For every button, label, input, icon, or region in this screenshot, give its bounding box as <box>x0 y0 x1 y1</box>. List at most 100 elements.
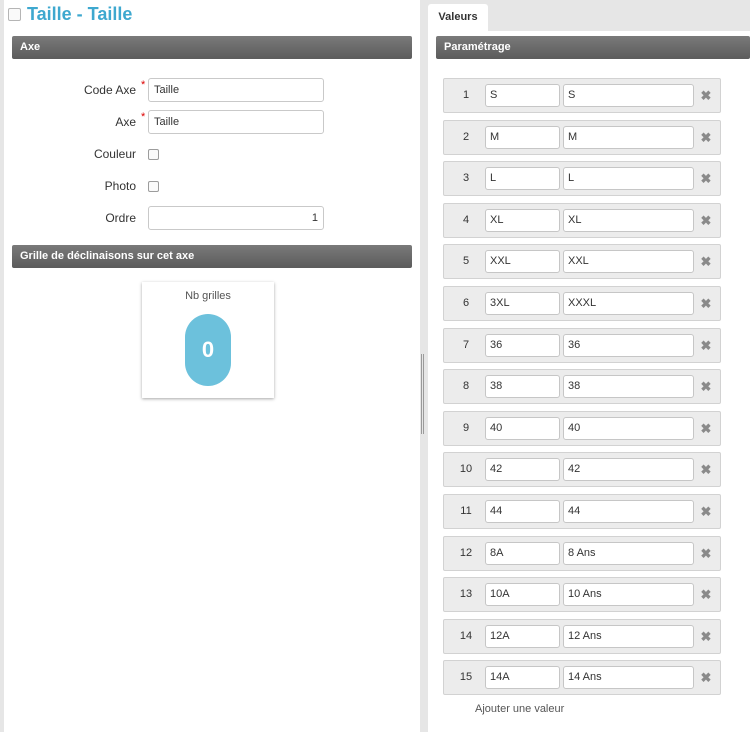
photo-checkbox[interactable] <box>148 181 159 192</box>
nb-grilles-card[interactable]: Nb grilles 0 <box>142 282 274 398</box>
value-code-input[interactable]: 10A <box>485 583 560 606</box>
form-row-code-axe: Code Axe * Taille <box>4 78 420 102</box>
required-mark: * <box>141 79 146 91</box>
value-code-input[interactable]: 44 <box>485 500 560 523</box>
value-label-input[interactable]: 36 <box>563 334 694 357</box>
left-pane: Taille - Taille Axe Code Axe * Taille Ax… <box>4 0 420 732</box>
section-axe-header: Axe <box>12 36 412 59</box>
value-row-index: 12 <box>459 547 473 559</box>
value-row-index: 7 <box>462 339 470 351</box>
value-row: 4 XL XL ✖ <box>443 203 721 238</box>
value-code-input[interactable]: L <box>485 167 560 190</box>
value-code-input[interactable]: 40 <box>485 417 560 440</box>
value-label-input[interactable]: 42 <box>563 458 694 481</box>
value-row-index: 15 <box>459 671 473 683</box>
code-axe-input[interactable]: Taille <box>148 78 324 102</box>
value-label-input[interactable]: S <box>563 84 694 107</box>
close-icon[interactable]: ✖ <box>698 245 714 278</box>
value-label-input[interactable]: XXXL <box>563 292 694 315</box>
value-row: 1 S S ✖ <box>443 78 721 113</box>
value-row: 10 42 42 ✖ <box>443 452 721 487</box>
close-icon[interactable]: ✖ <box>698 287 714 320</box>
value-label-input[interactable]: XL <box>563 209 694 232</box>
value-row-index: 5 <box>462 255 470 267</box>
value-label-input[interactable]: 44 <box>563 500 694 523</box>
value-row: 3 L L ✖ <box>443 161 721 196</box>
value-code-input[interactable]: XL <box>485 209 560 232</box>
value-label-input[interactable]: 40 <box>563 417 694 440</box>
nb-grilles-title: Nb grilles <box>185 290 231 302</box>
value-row-index: 1 <box>462 89 470 101</box>
close-icon[interactable]: ✖ <box>698 453 714 486</box>
value-code-input[interactable]: 12A <box>485 625 560 648</box>
close-icon[interactable]: ✖ <box>698 121 714 154</box>
value-row-index: 13 <box>459 588 473 600</box>
value-label-input[interactable]: XXL <box>563 250 694 273</box>
value-label-input[interactable]: 14 Ans <box>563 666 694 689</box>
form-row-ordre: Ordre 1 <box>4 206 420 230</box>
axe-label: Axe <box>115 115 136 129</box>
value-label-input[interactable]: 12 Ans <box>563 625 694 648</box>
value-code-input[interactable]: 14A <box>485 666 560 689</box>
form-row-photo: Photo <box>4 174 420 198</box>
tab-valeurs[interactable]: Valeurs <box>428 4 488 31</box>
value-row: 5 XXL XXL ✖ <box>443 244 721 279</box>
close-icon[interactable]: ✖ <box>698 204 714 237</box>
form-row-axe: Axe * Taille <box>4 110 420 134</box>
value-label-input[interactable]: M <box>563 126 694 149</box>
value-code-input[interactable]: XXL <box>485 250 560 273</box>
section-grille-header: Grille de déclinaisons sur cet axe <box>12 245 412 268</box>
value-label-input[interactable]: 38 <box>563 375 694 398</box>
value-row-index: 8 <box>462 380 470 392</box>
close-icon[interactable]: ✖ <box>698 79 714 112</box>
required-mark: * <box>141 111 146 123</box>
value-row: 15 14A 14 Ans ✖ <box>443 660 721 695</box>
value-row: 9 40 40 ✖ <box>443 411 721 446</box>
value-row: 6 3XL XXXL ✖ <box>443 286 721 321</box>
value-code-input[interactable]: 42 <box>485 458 560 481</box>
ordre-label: Ordre <box>105 211 136 225</box>
code-axe-label: Code Axe <box>83 83 136 97</box>
section-parametrage-header: Paramétrage <box>436 36 750 59</box>
title-checkbox[interactable] <box>8 7 21 21</box>
close-icon[interactable]: ✖ <box>698 661 714 694</box>
value-row-index: 2 <box>462 131 470 143</box>
value-code-input[interactable]: M <box>485 126 560 149</box>
value-row: 12 8A 8 Ans ✖ <box>443 536 721 571</box>
value-row-index: 3 <box>462 172 470 184</box>
value-code-input[interactable]: 36 <box>485 334 560 357</box>
value-code-input[interactable]: 38 <box>485 375 560 398</box>
close-icon[interactable]: ✖ <box>698 537 714 570</box>
close-icon[interactable]: ✖ <box>698 578 714 611</box>
close-icon[interactable]: ✖ <box>698 495 714 528</box>
page-title: Taille - Taille <box>27 3 133 24</box>
value-code-input[interactable]: 3XL <box>485 292 560 315</box>
title-row: Taille - Taille <box>8 2 132 26</box>
couleur-checkbox[interactable] <box>148 149 159 160</box>
value-code-input[interactable]: 8A <box>485 542 560 565</box>
value-row-index: 4 <box>462 214 470 226</box>
right-pane: Valeurs Paramétrage 1 S S ✖ 2 M M ✖ 3 L L ✖ 4 XL XL ✖ 5 X… <box>428 0 750 732</box>
value-code-input[interactable]: S <box>485 84 560 107</box>
close-icon[interactable]: ✖ <box>698 329 714 362</box>
form-row-couleur: Couleur <box>4 142 420 166</box>
value-row-index: 10 <box>459 463 473 475</box>
pane-splitter[interactable] <box>421 354 424 434</box>
close-icon[interactable]: ✖ <box>698 412 714 445</box>
value-label-input[interactable]: L <box>563 167 694 190</box>
photo-label: Photo <box>104 179 136 193</box>
value-label-input[interactable]: 8 Ans <box>563 542 694 565</box>
value-row: 11 44 44 ✖ <box>443 494 721 529</box>
close-icon[interactable]: ✖ <box>698 370 714 403</box>
value-row: 14 12A 12 Ans ✖ <box>443 619 721 654</box>
ordre-input[interactable]: 1 <box>148 206 324 230</box>
axe-input[interactable]: Taille <box>148 110 324 134</box>
close-icon[interactable]: ✖ <box>698 162 714 195</box>
value-row-index: 9 <box>462 422 470 434</box>
couleur-label: Couleur <box>93 147 136 161</box>
value-label-input[interactable]: 10 Ans <box>563 583 694 606</box>
value-row-index: 14 <box>459 630 473 642</box>
value-row: 2 M M ✖ <box>443 120 721 155</box>
close-icon[interactable]: ✖ <box>698 620 714 653</box>
add-value-link[interactable]: Ajouter une valeur <box>475 703 564 715</box>
